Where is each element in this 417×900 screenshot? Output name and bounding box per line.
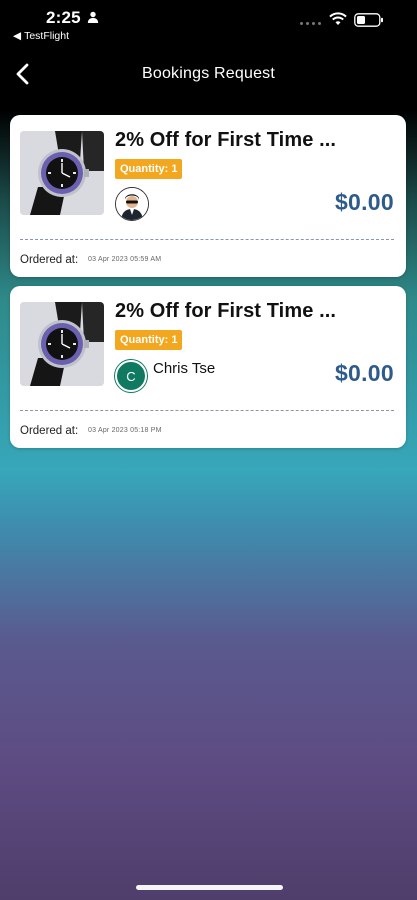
navigation-bar: Bookings Request <box>0 55 417 95</box>
quantity-badge: Quantity: 1 <box>115 159 183 179</box>
status-bar: 2:25 ◀ TestFlight <box>0 0 417 50</box>
page-title: Bookings Request <box>141 65 276 82</box>
ordered-at-date: 03 Apr 2023 05:59 AM <box>88 256 162 263</box>
booking-price: $0.00 <box>334 360 394 386</box>
battery-icon <box>354 13 383 27</box>
quantity-badge: Quantity: 1 <box>115 330 183 350</box>
ordered-at-label: Ordered at: <box>20 254 79 266</box>
booking-price: $0.00 <box>334 189 394 215</box>
booking-card[interactable]: 2% Off for First Time ... Quantity: 1 $0… <box>10 115 406 277</box>
person-icon <box>87 11 99 23</box>
booking-title: 2% Off for First Time ... <box>115 129 337 151</box>
back-to-app-link[interactable]: ◀ TestFlight <box>13 30 69 42</box>
dashed-divider <box>20 239 394 240</box>
ordered-at-date: 03 Apr 2023 05:18 PM <box>88 427 162 434</box>
user-avatar <box>115 187 149 221</box>
booking-card[interactable]: 2% Off for First Time ... Quantity: 1 C … <box>10 286 406 448</box>
watch-product-image <box>20 302 104 386</box>
home-indicator[interactable] <box>136 885 283 890</box>
back-triangle-icon: ◀ <box>13 30 22 42</box>
user-name: Chris Tse <box>153 360 216 377</box>
wifi-icon <box>329 12 347 25</box>
back-app-label: TestFlight <box>24 30 70 42</box>
booking-title: 2% Off for First Time ... <box>115 300 337 322</box>
status-time: 2:25 <box>46 8 81 27</box>
user-avatar: C <box>115 360 147 392</box>
signal-icon <box>300 22 321 25</box>
ordered-at-label: Ordered at: <box>20 425 79 437</box>
watch-product-image <box>20 131 104 215</box>
dashed-divider <box>20 410 394 411</box>
